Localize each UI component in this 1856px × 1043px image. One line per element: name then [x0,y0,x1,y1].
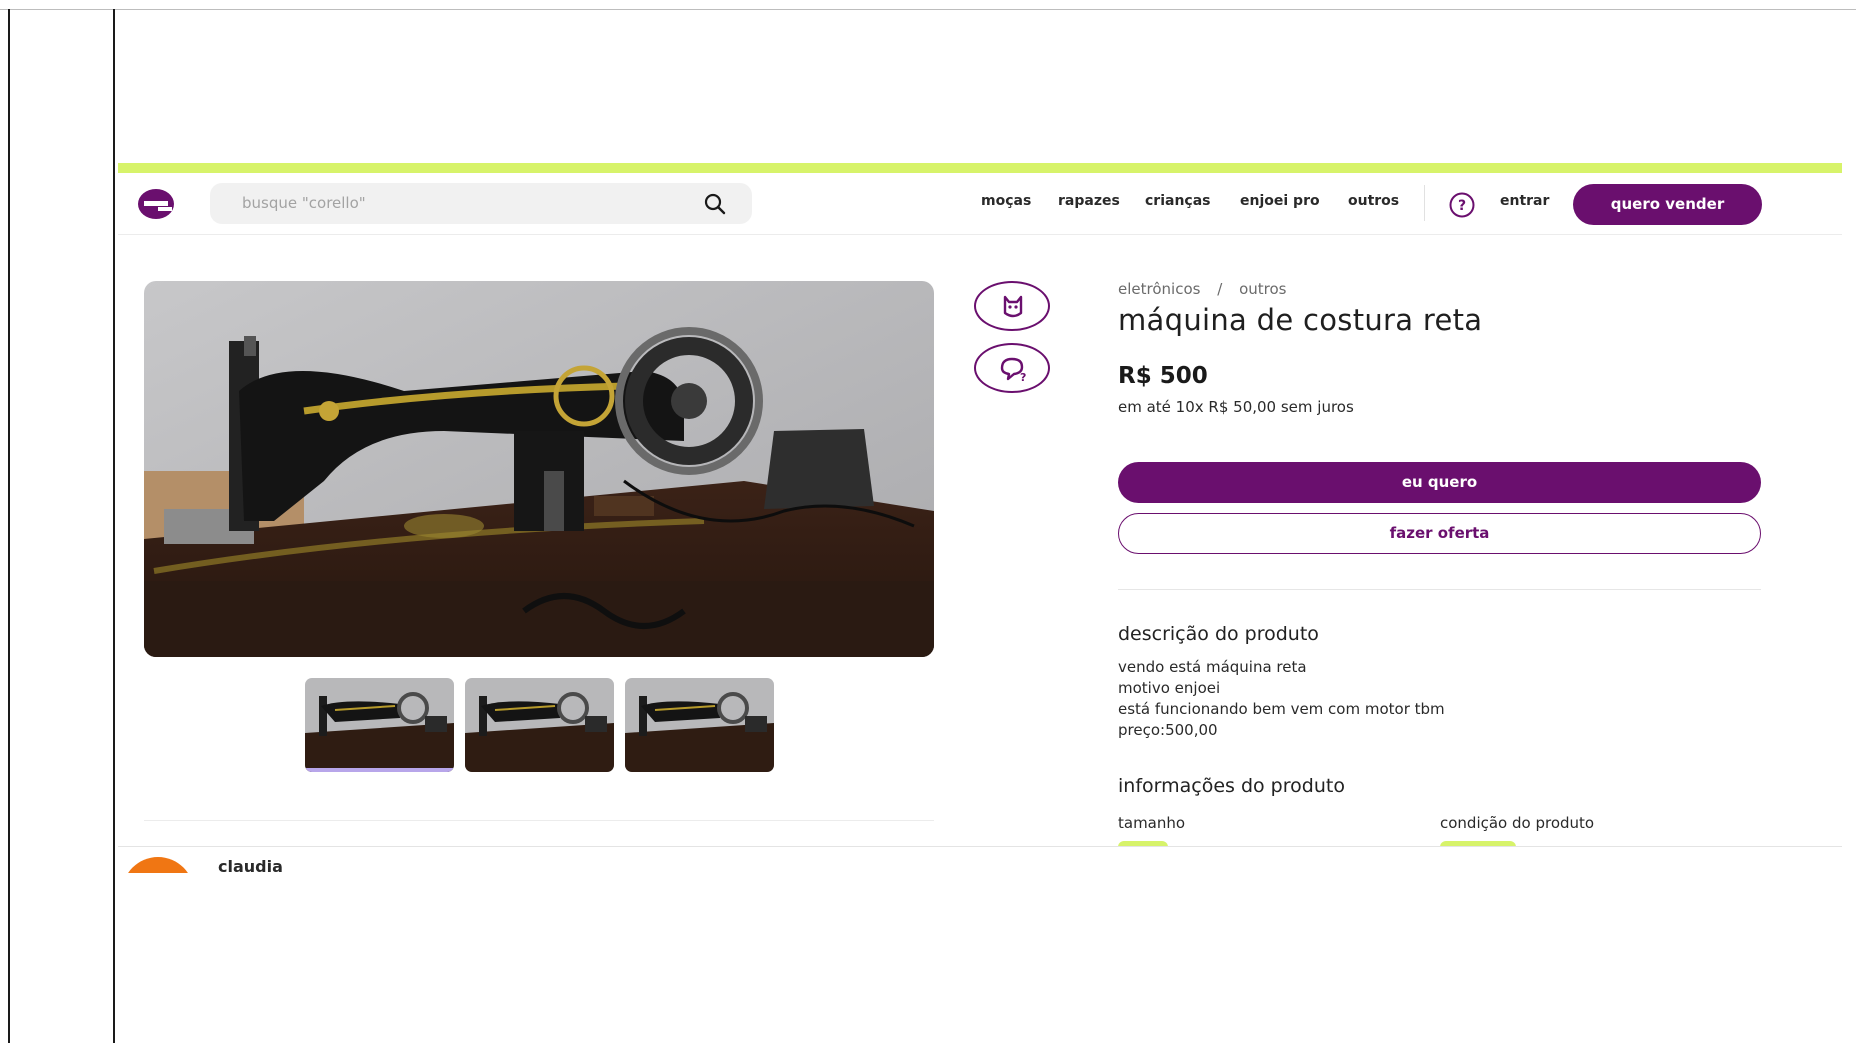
nav-item-enjoei-pro[interactable]: enjoei pro [1240,193,1320,209]
seller-strip: claudia [118,846,1842,873]
gallery-divider [144,820,934,821]
like-button[interactable] [974,281,1050,331]
info-title: informações do produto [1118,775,1345,797]
nav-item-criancas[interactable]: crianças [1145,193,1211,209]
search-input[interactable]: busque "corello" [242,194,366,212]
svg-text:?: ? [1020,371,1026,383]
nav-item-rapazes[interactable]: rapazes [1058,193,1120,209]
main-product-photo[interactable] [144,281,934,657]
description-line: preço:500,00 [1118,721,1218,739]
breadcrumb-category[interactable]: eletrônicos [1118,280,1200,298]
accent-bar [118,163,1842,173]
nav-item-outros[interactable]: outros [1348,193,1399,209]
sell-button[interactable]: quero vender [1573,184,1762,225]
section-divider [1118,589,1761,590]
seller-name[interactable]: claudia [218,857,283,873]
thumbnail-1[interactable] [305,678,454,772]
size-label: tamanho [1118,814,1186,832]
description-line: vendo está máquina reta [1118,658,1307,676]
nav-divider [1424,185,1425,221]
description-line: motivo enjoei [1118,679,1221,697]
window-top-border [0,9,1856,10]
logo-icon[interactable] [136,187,176,221]
breadcrumb-subcategory[interactable]: outros [1239,280,1286,298]
breadcrumb-separator: / [1217,280,1223,298]
thumbnail-3[interactable] [625,678,774,772]
avatar[interactable] [122,857,194,873]
like-icon [1003,295,1023,318]
product-page: busque "corello" moças rapazes crianças … [118,163,1842,873]
login-link[interactable]: entrar [1500,193,1549,209]
search-bar[interactable]: busque "corello" [210,183,752,224]
product-price: R$ 500 [1118,363,1208,389]
active-thumbnail-indicator [305,768,454,772]
thumbnail-2[interactable] [465,678,614,772]
nav-item-mocas[interactable]: moças [981,193,1031,209]
breadcrumb: eletrônicos / outros [1118,280,1298,298]
help-icon[interactable]: ? [1448,191,1476,219]
sewing-machine-photo [144,281,934,657]
site-header: busque "corello" moças rapazes crianças … [118,173,1842,235]
search-icon[interactable] [704,193,726,215]
thumbnail-image [465,678,614,772]
thumbnail-image [625,678,774,772]
question-icon: ? [1000,357,1026,383]
thumbnail-image [305,678,454,772]
description-title: descrição do produto [1118,623,1319,645]
buy-button[interactable]: eu quero [1118,462,1761,503]
make-offer-button[interactable]: fazer oferta [1118,513,1761,554]
window-inner-border [113,9,115,1043]
condition-label: condição do produto [1440,814,1595,832]
description-line: está funcionando bem vem com motor tbm [1118,700,1445,718]
product-title: máquina de costura reta [1118,303,1483,337]
ask-question-button[interactable]: ? [974,343,1050,393]
window-left-border [8,9,10,1043]
svg-text:?: ? [1458,198,1466,214]
installments-text: em até 10x R$ 50,00 sem juros [1118,398,1354,416]
